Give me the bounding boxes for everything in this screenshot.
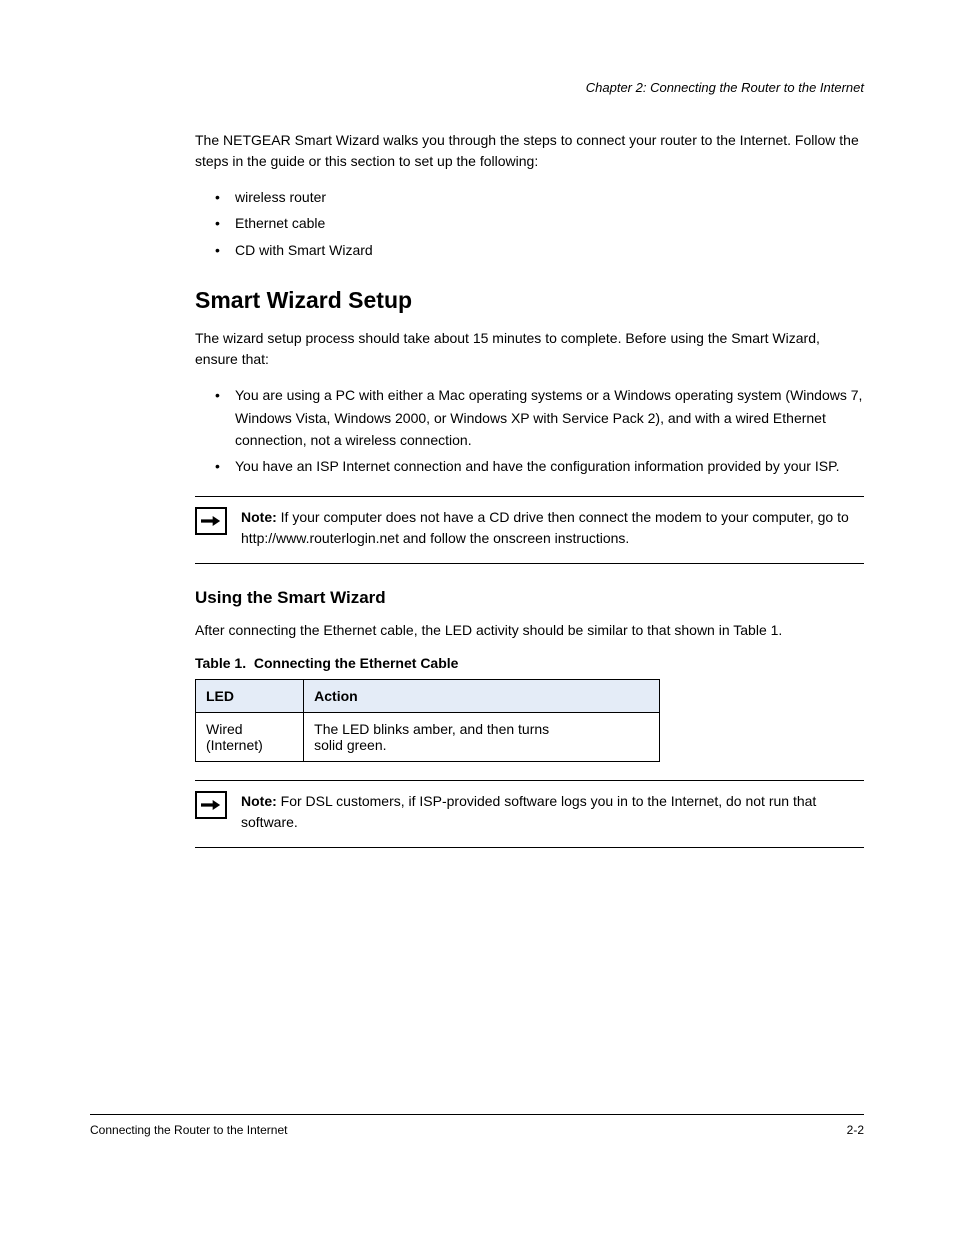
table-cell-led: Wired (Internet)	[196, 712, 304, 761]
page-footer: Connecting the Router to the Internet 2-…	[90, 1114, 864, 1137]
table-ref: Table 1.	[195, 655, 246, 671]
note-no-cd-drive: Note: If your computer does not have a C…	[195, 496, 864, 564]
subsection-heading-using-smart-wizard: Using the Smart Wizard	[195, 588, 864, 608]
ethernet-paragraph: After connecting the Ethernet cable, the…	[195, 620, 864, 641]
section-heading-smart-wizard-setup: Smart Wizard Setup	[195, 287, 864, 314]
note-body: For DSL customers, if ISP-provided softw…	[241, 793, 816, 830]
note-label: Note:	[241, 509, 277, 525]
arrow-right-icon	[195, 791, 227, 819]
note-body: If your computer does not have a CD driv…	[241, 509, 849, 546]
prerequisites-list: You are using a PC with either a Mac ope…	[215, 384, 864, 478]
header-chapter: Chapter 2: Connecting the Router to the …	[586, 80, 864, 95]
list-item: You have an ISP Internet connection and …	[215, 455, 864, 477]
intro-paragraph: The NETGEAR Smart Wizard walks you throu…	[195, 130, 864, 172]
led-activity-table: LED Action Wired (Internet) The LED blin…	[195, 679, 660, 762]
table-header-action: Action	[304, 679, 660, 712]
table-header-row: LED Action	[196, 679, 660, 712]
table-cell-action: The LED blinks amber, and then turns sol…	[304, 712, 660, 761]
note-dsl-customers: Note: For DSL customers, if ISP-provided…	[195, 780, 864, 848]
table-header-led: LED	[196, 679, 304, 712]
setup-intro-paragraph: The wizard setup process should take abo…	[195, 328, 864, 370]
arrow-right-icon	[195, 507, 227, 535]
list-item: Ethernet cable	[215, 212, 864, 234]
table-row: Wired (Internet) The LED blinks amber, a…	[196, 712, 660, 761]
table-caption: Table 1. Connecting the Ethernet Cable	[195, 655, 864, 671]
note-text: Note: For DSL customers, if ISP-provided…	[241, 791, 864, 833]
package-contents-list: wireless router Ethernet cable CD with S…	[215, 186, 864, 261]
note-label: Note:	[241, 793, 277, 809]
note-text: Note: If your computer does not have a C…	[241, 507, 864, 549]
footer-left: Connecting the Router to the Internet	[90, 1123, 287, 1137]
list-item: CD with Smart Wizard	[215, 239, 864, 261]
footer-page-number: 2-2	[847, 1123, 864, 1137]
table-title-text: Connecting the Ethernet Cable	[254, 655, 459, 671]
list-item: wireless router	[215, 186, 864, 208]
list-item: You are using a PC with either a Mac ope…	[215, 384, 864, 451]
